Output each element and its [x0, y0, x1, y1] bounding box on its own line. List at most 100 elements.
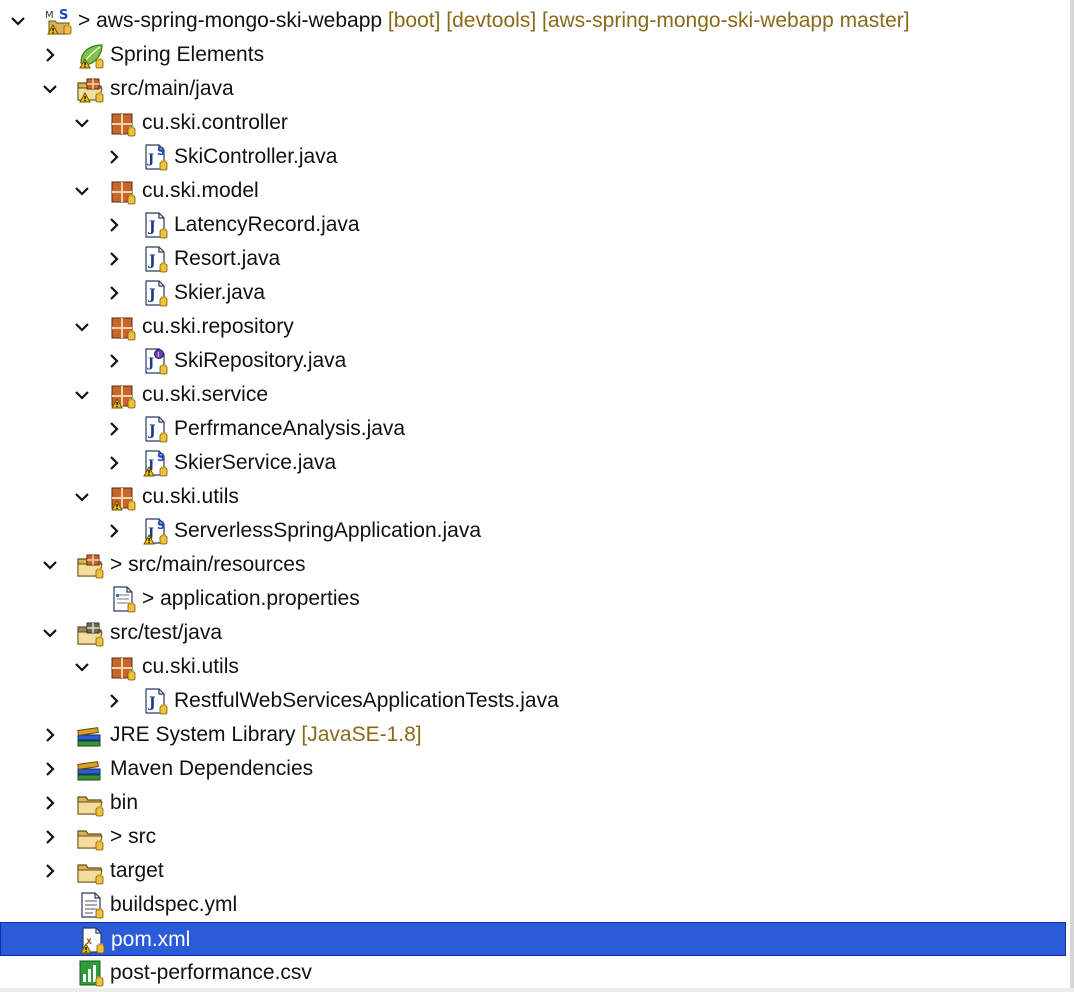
tree-row-label: bin: [110, 786, 138, 820]
tree-row[interactable]: > application.properties: [0, 582, 1066, 616]
tree-row[interactable]: J S SkierService.java: [0, 446, 1066, 480]
tree-row[interactable]: src/test/java: [0, 616, 1066, 650]
svg-text:J: J: [147, 356, 154, 371]
tree-row-text: RestfulWebServicesApplicationTests.java: [174, 689, 559, 712]
horizontal-scrollbar-track[interactable]: [0, 988, 1074, 992]
tree-row[interactable]: J RestfulWebServicesApplicationTests.java: [0, 684, 1066, 718]
java-spring-file-warning-icon: JS: [139, 517, 169, 545]
chevron-right-icon[interactable]: [103, 242, 125, 276]
tree-row-text: pom.xml: [111, 928, 191, 951]
chevron-down-icon[interactable]: [71, 174, 93, 208]
svg-text:S: S: [157, 451, 165, 464]
tree-row[interactable]: J Skier.java: [0, 276, 1066, 310]
chevron-right-icon[interactable]: [39, 820, 61, 854]
tree-row-label: Maven Dependencies: [110, 752, 313, 786]
chevron-down-icon[interactable]: [39, 616, 61, 650]
tree-row-text: > aws-spring-mongo-ski-webapp: [78, 9, 383, 32]
tree-row-decoration: [boot] [devtools] [aws-spring-mongo-ski-…: [382, 9, 910, 32]
tree-row[interactable]: buildspec.yml: [0, 888, 1066, 922]
tree-row-label: > application.properties: [142, 582, 360, 616]
chevron-down-icon[interactable]: [7, 4, 29, 38]
tree-row[interactable]: cu.ski.model: [0, 174, 1066, 208]
chevron-down-icon[interactable]: [71, 106, 93, 140]
chevron-right-icon[interactable]: [103, 412, 125, 446]
tree-row[interactable]: Maven Dependencies: [0, 752, 1066, 786]
tree-row-label: src/test/java: [110, 616, 222, 650]
chevron-down-icon[interactable]: [39, 548, 61, 582]
package-icon: [107, 313, 137, 341]
tree-row[interactable]: cu.ski.repository: [0, 310, 1066, 344]
tree-row-text: cu.ski.utils: [142, 655, 239, 678]
tree-row[interactable]: cu.ski.utils: [0, 650, 1066, 684]
chevron-right-icon[interactable]: [103, 208, 125, 242]
tree-row-text: cu.ski.controller: [142, 111, 288, 134]
package-warning-icon: [107, 381, 137, 409]
tree-row[interactable]: > src: [0, 820, 1066, 854]
chevron-right-icon[interactable]: [103, 684, 125, 718]
svg-text:J: J: [147, 287, 156, 303]
chevron-down-icon[interactable]: [71, 650, 93, 684]
chevron-down-icon[interactable]: [39, 72, 61, 106]
properties-file-icon: [107, 585, 137, 613]
chevron-right-icon[interactable]: [103, 344, 125, 378]
tree-row[interactable]: > src/main/resources: [0, 548, 1066, 582]
tree-row-label: Spring Elements: [110, 38, 264, 72]
tree-row-label: > aws-spring-mongo-ski-webapp [boot] [de…: [78, 4, 910, 38]
tree-row[interactable]: J S ServerlessSpringApplication.java: [0, 514, 1066, 548]
tree-row[interactable]: src/main/java: [0, 72, 1066, 106]
svg-text:J: J: [147, 695, 156, 711]
tree-row-label: > src/main/resources: [110, 548, 305, 582]
chevron-right-icon[interactable]: [103, 276, 125, 310]
source-folder-icon: [75, 551, 105, 579]
tree-row-label: Skier.java: [174, 276, 265, 310]
chevron-right-icon[interactable]: [39, 854, 61, 888]
tree-row-text: cu.ski.repository: [142, 315, 294, 338]
chevron-right-icon[interactable]: [103, 446, 125, 480]
library-icon: [75, 721, 105, 749]
chevron-right-icon[interactable]: [103, 514, 125, 548]
package-icon: [107, 109, 137, 137]
svg-text:S: S: [157, 519, 165, 532]
chevron-right-icon[interactable]: [39, 38, 61, 72]
tree-row[interactable]: J S SkiController.java: [0, 140, 1066, 174]
tree-row[interactable]: cu.ski.controller: [0, 106, 1066, 140]
chevron-down-icon[interactable]: [71, 378, 93, 412]
tree-row-text: > src: [110, 825, 157, 848]
tree-row[interactable]: JRE System Library [JavaSE-1.8]: [0, 718, 1066, 752]
tree-row[interactable]: J LatencyRecord.java: [0, 208, 1066, 242]
xml-file-warning-icon: x: [76, 926, 106, 954]
tree-row[interactable]: J Resort.java: [0, 242, 1066, 276]
package-icon: [107, 653, 137, 681]
tree-row[interactable]: Spring Elements: [0, 38, 1066, 72]
tree-row-label: pom.xml: [111, 923, 190, 957]
tree-row-decoration: [JavaSE-1.8]: [295, 723, 422, 746]
tree-row-label: JRE System Library [JavaSE-1.8]: [110, 718, 422, 752]
tree-row[interactable]: bin: [0, 786, 1066, 820]
chevron-down-icon[interactable]: [71, 310, 93, 344]
chevron-right-icon[interactable]: [39, 786, 61, 820]
chevron-right-icon[interactable]: [39, 718, 61, 752]
java-interface-file-icon: JI: [139, 347, 169, 375]
folder-icon: [75, 823, 105, 851]
tree-row-text: cu.ski.service: [142, 383, 269, 406]
tree-row-label: > src: [110, 820, 156, 854]
tree-row[interactable]: J PerfrmanceAnalysis.java: [0, 412, 1066, 446]
chevron-right-icon[interactable]: [103, 140, 125, 174]
tree-row[interactable]: M S > aws-spring-mongo-ski-webapp [boot] […: [0, 4, 1066, 38]
tree-row[interactable]: x pom.xml: [0, 922, 1066, 956]
tree-row[interactable]: target: [0, 854, 1066, 888]
tree-row-text: Spring Elements: [110, 43, 265, 66]
tree-row[interactable]: post-performance.csv: [0, 956, 1066, 990]
tree-row-text: cu.ski.utils: [142, 485, 239, 508]
tree-row-text: post-performance.csv: [110, 961, 312, 984]
spring-leaf-icon: [75, 41, 105, 69]
tree-row[interactable]: cu.ski.utils: [0, 480, 1066, 514]
tree-row[interactable]: J I SkiRepository.java: [0, 344, 1066, 378]
source-folder-warning-icon: [75, 75, 105, 103]
project-explorer-tree: M S > aws-spring-mongo-ski-webapp [boot] […: [0, 0, 1074, 992]
tree-row-text: JRE System Library: [110, 723, 296, 746]
chevron-right-icon[interactable]: [39, 752, 61, 786]
svg-text:I: I: [157, 351, 159, 359]
tree-row[interactable]: cu.ski.service: [0, 378, 1066, 412]
chevron-down-icon[interactable]: [71, 480, 93, 514]
